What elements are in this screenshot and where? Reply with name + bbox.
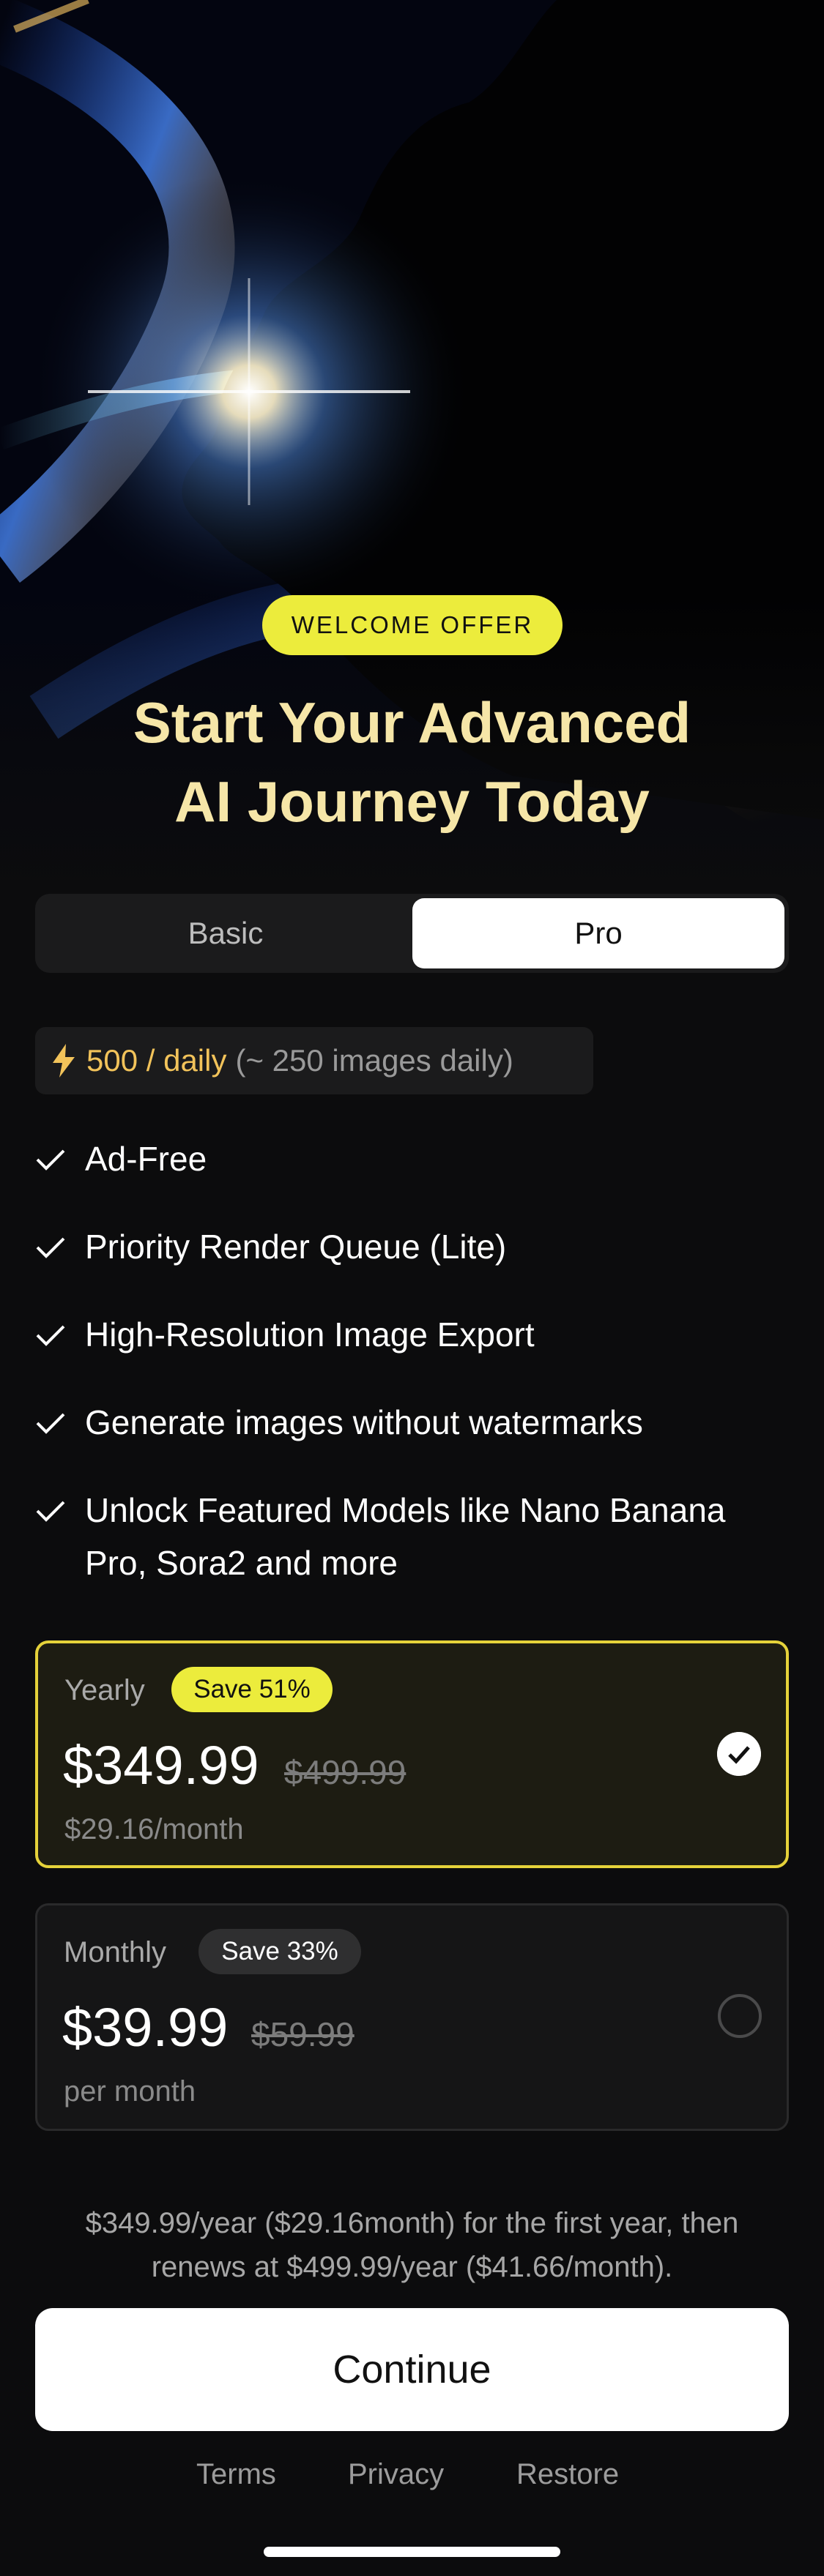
original-price: $59.99 xyxy=(251,2015,355,2053)
daily-quota: 500 / daily (~ 250 images daily) xyxy=(35,1027,593,1094)
save-badge: Save 33% xyxy=(198,1929,361,1974)
plan-tier-switch: Basic Pro xyxy=(35,894,789,973)
feature-text-line-1: Unlock Featured Models like Nano Banana xyxy=(85,1491,726,1529)
plan-card-monthly[interactable]: Monthly Save 33% $39.99 $59.99 per month xyxy=(35,1903,789,2131)
plan-name: Monthly xyxy=(64,1936,167,1968)
plan-name: Yearly xyxy=(64,1674,145,1706)
plan-price: $349.99 xyxy=(63,1735,259,1796)
feature-text: Generate images without watermarks xyxy=(85,1403,643,1441)
radio-unselected-icon[interactable] xyxy=(718,1994,762,2038)
feature-text: Ad-Free xyxy=(85,1140,207,1178)
hero-image xyxy=(0,0,824,900)
check-icon xyxy=(36,1149,65,1171)
feature-item: Unlock Featured Models like Nano Banana … xyxy=(35,1484,797,1589)
continue-button[interactable]: Continue xyxy=(35,2308,789,2431)
plan-card-yearly[interactable]: Yearly Save 51% $349.99 $499.99 $29.16/m… xyxy=(35,1640,789,1868)
selected-check-icon[interactable] xyxy=(717,1732,761,1776)
check-icon xyxy=(36,1325,65,1346)
restore-link[interactable]: Restore xyxy=(516,2458,619,2491)
disclaimer-line-1: $349.99/year ($29.16month) for the first… xyxy=(85,2207,739,2239)
original-price: $499.99 xyxy=(284,1753,407,1791)
disclaimer-line-2: renews at $499.99/year ($41.66/month). xyxy=(151,2251,673,2283)
tab-basic[interactable]: Basic xyxy=(40,898,412,968)
check-icon xyxy=(36,1237,65,1258)
home-indicator xyxy=(264,2547,560,2557)
feature-text-line-2: Pro, Sora2 and more xyxy=(85,1544,398,1582)
feature-text: High-Resolution Image Export xyxy=(85,1315,535,1354)
save-badge: Save 51% xyxy=(171,1667,333,1712)
privacy-link[interactable]: Privacy xyxy=(348,2458,444,2491)
pricing-disclaimer: $349.99/year ($29.16month) for the first… xyxy=(35,2201,789,2289)
tab-pro[interactable]: Pro xyxy=(412,898,784,968)
quota-amount: 500 / daily xyxy=(86,1043,227,1078)
quota-detail: (~ 250 images daily) xyxy=(235,1043,513,1078)
headline-line-1: Start Your Advanced xyxy=(133,690,691,755)
welcome-offer-badge: WELCOME OFFER xyxy=(262,595,563,655)
check-icon xyxy=(36,1413,65,1434)
terms-link[interactable]: Terms xyxy=(196,2458,276,2491)
feature-text: Priority Render Queue (Lite) xyxy=(85,1228,507,1266)
headline-line-2: AI Journey Today xyxy=(174,769,650,834)
lightning-bolt-icon xyxy=(53,1044,75,1078)
check-icon xyxy=(36,1501,65,1522)
plan-price: $39.99 xyxy=(62,1997,229,2058)
price-per-month: $29.16/month xyxy=(64,1813,244,1845)
price-per-month: per month xyxy=(64,2075,196,2108)
